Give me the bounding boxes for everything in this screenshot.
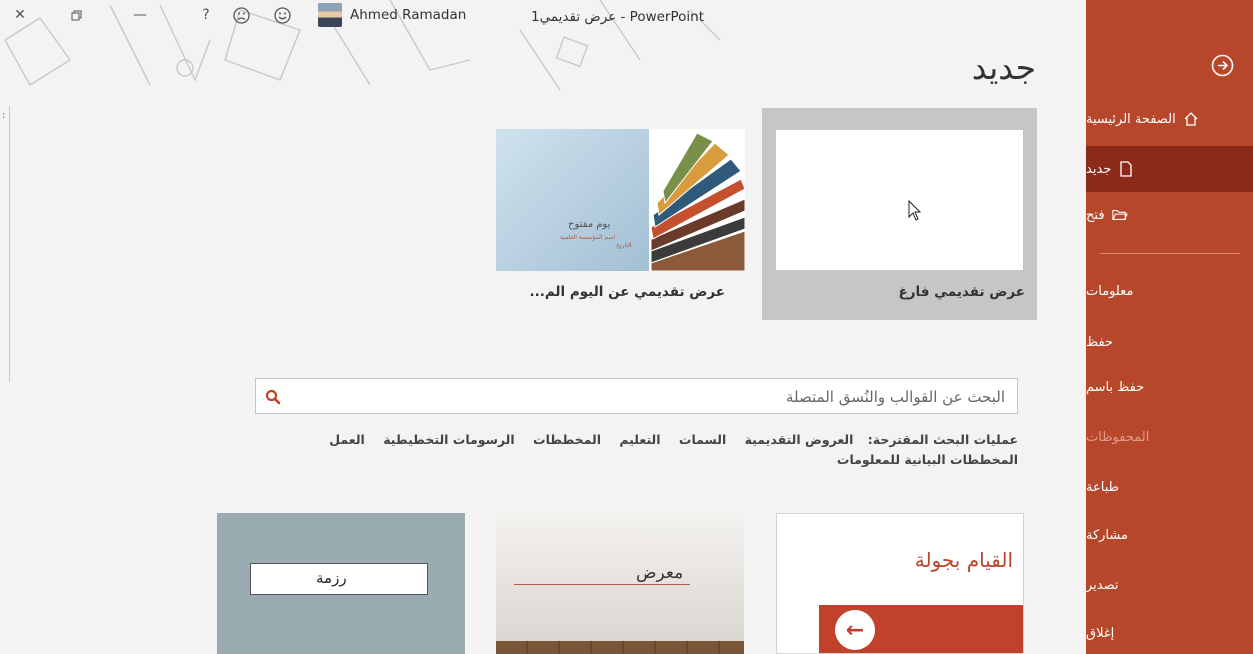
template-title: رزمة [316,569,347,587]
sidebar-item-label: إغلاق [1086,625,1115,641]
document-title: عرض تقديمي1 - PowerPoint [531,9,704,25]
suggested-searches-label: عمليات البحث المقترحة: [867,432,1018,447]
page-title: جديد [971,48,1036,87]
user-name: Ahmed Ramadan [350,7,467,23]
minimize-button[interactable]: — [128,2,152,28]
suggestion-link[interactable]: المخططات البيانية للمعلومات [837,452,1018,467]
sidebar-item-label: الصفحة الرئيسية [1086,111,1176,127]
template-open-day-thumbnail[interactable]: يوم مفتوح اسم المؤسسة العلمية التاريخ [496,129,745,271]
sidebar-item-save[interactable]: حفظ [1086,322,1253,362]
sidebar-item-label: مشاركة [1086,527,1128,543]
smile-icon [273,6,291,24]
help-button[interactable]: ? [194,2,218,28]
thumb-title: يوم مفتوح [568,219,611,230]
sidebar-item-label: فتح [1086,207,1105,223]
sidebar-item-export[interactable]: تصدير [1086,565,1253,605]
backstage-main: ✕ — ? Ahmed Ramadan عرض تقديمي1 - PowerP… [0,0,1086,654]
suggested-searches: عمليات البحث المقترحة: العروض التقديمية … [218,430,1018,470]
thumb-subtitle: اسم المؤسسة العلمية [560,234,616,241]
suggestion-link[interactable]: السمات [679,432,726,447]
sidebar-item-label: المحفوظات [1086,429,1150,445]
template-label: عرض تقديمي فارغ [898,284,1025,300]
sidebar-item-label: حفظ باسم [1086,379,1145,395]
sidebar-item-history: المحفوظات [1086,417,1253,457]
template-title: معرض [636,563,684,583]
sidebar-item-home[interactable]: الصفحة الرئيسية [1086,99,1253,139]
user-account[interactable]: Ahmed Ramadan [318,3,466,27]
restore-button[interactable] [64,2,88,28]
frown-icon [232,6,250,24]
books-image [650,129,745,271]
sidebar-item-label: معلومات [1086,283,1134,299]
sidebar-item-info[interactable]: معلومات [1086,271,1253,311]
collapse-handle[interactable]: : [0,106,10,382]
restore-icon [71,10,81,20]
sidebar-item-share[interactable]: مشاركة [1086,515,1253,555]
template-thumbnail [776,130,1023,270]
smile-feedback-button[interactable] [270,2,294,28]
sidebar-item-label: حفظ [1086,334,1113,350]
wood-floor-image [496,641,744,654]
search-icon[interactable] [264,388,282,406]
sidebar-item-close[interactable]: إغلاق [1086,613,1253,653]
suggestion-link[interactable]: التعليم [619,432,660,447]
sidebar-item-print[interactable]: طباعة [1086,467,1253,507]
template-parcel[interactable]: رزمة [217,513,465,654]
sidebar-item-label: طباعة [1086,479,1119,495]
template-label[interactable]: عرض تقديمي عن اليوم الم... [529,284,725,300]
sidebar-item-save-as[interactable]: حفظ باسم [1086,367,1253,407]
sidebar-item-label: تصدير [1086,577,1119,593]
arrow-left-icon: ← [835,610,875,650]
template-title: القيام بجولة [914,548,1013,572]
mouse-pointer-icon [908,200,922,221]
open-folder-icon [1111,207,1128,223]
home-icon [1183,111,1199,127]
template-search-box[interactable] [255,378,1018,414]
suggestion-link[interactable]: العمل [329,432,365,447]
sidebar-item-label: جديد [1086,161,1112,177]
back-arrow-icon[interactable] [1211,54,1234,77]
suggestion-link[interactable]: المخططات [533,432,601,447]
thumb-date: التاريخ [616,242,632,249]
template-blank-presentation[interactable]: عرض تقديمي فارغ [762,108,1037,320]
search-input[interactable] [323,383,1007,411]
frown-feedback-button[interactable] [229,2,253,28]
backstage-sidebar: الصفحة الرئيسية جديد فتح معلومات حفظ حفظ… [1086,0,1253,654]
sidebar-item-new[interactable]: جديد [1086,146,1253,192]
suggestion-link[interactable]: العروض التقديمية [745,432,854,447]
sidebar-divider [1100,253,1240,254]
template-gallery[interactable]: معرض [496,513,744,654]
close-button[interactable]: ✕ [8,2,32,28]
suggestion-link[interactable]: الرسومات التخطيطية [383,432,514,447]
avatar [318,3,342,27]
template-take-a-tour[interactable]: القيام بجولة ← [776,513,1024,654]
new-document-icon [1118,161,1134,177]
sidebar-item-open[interactable]: فتح [1086,195,1253,235]
